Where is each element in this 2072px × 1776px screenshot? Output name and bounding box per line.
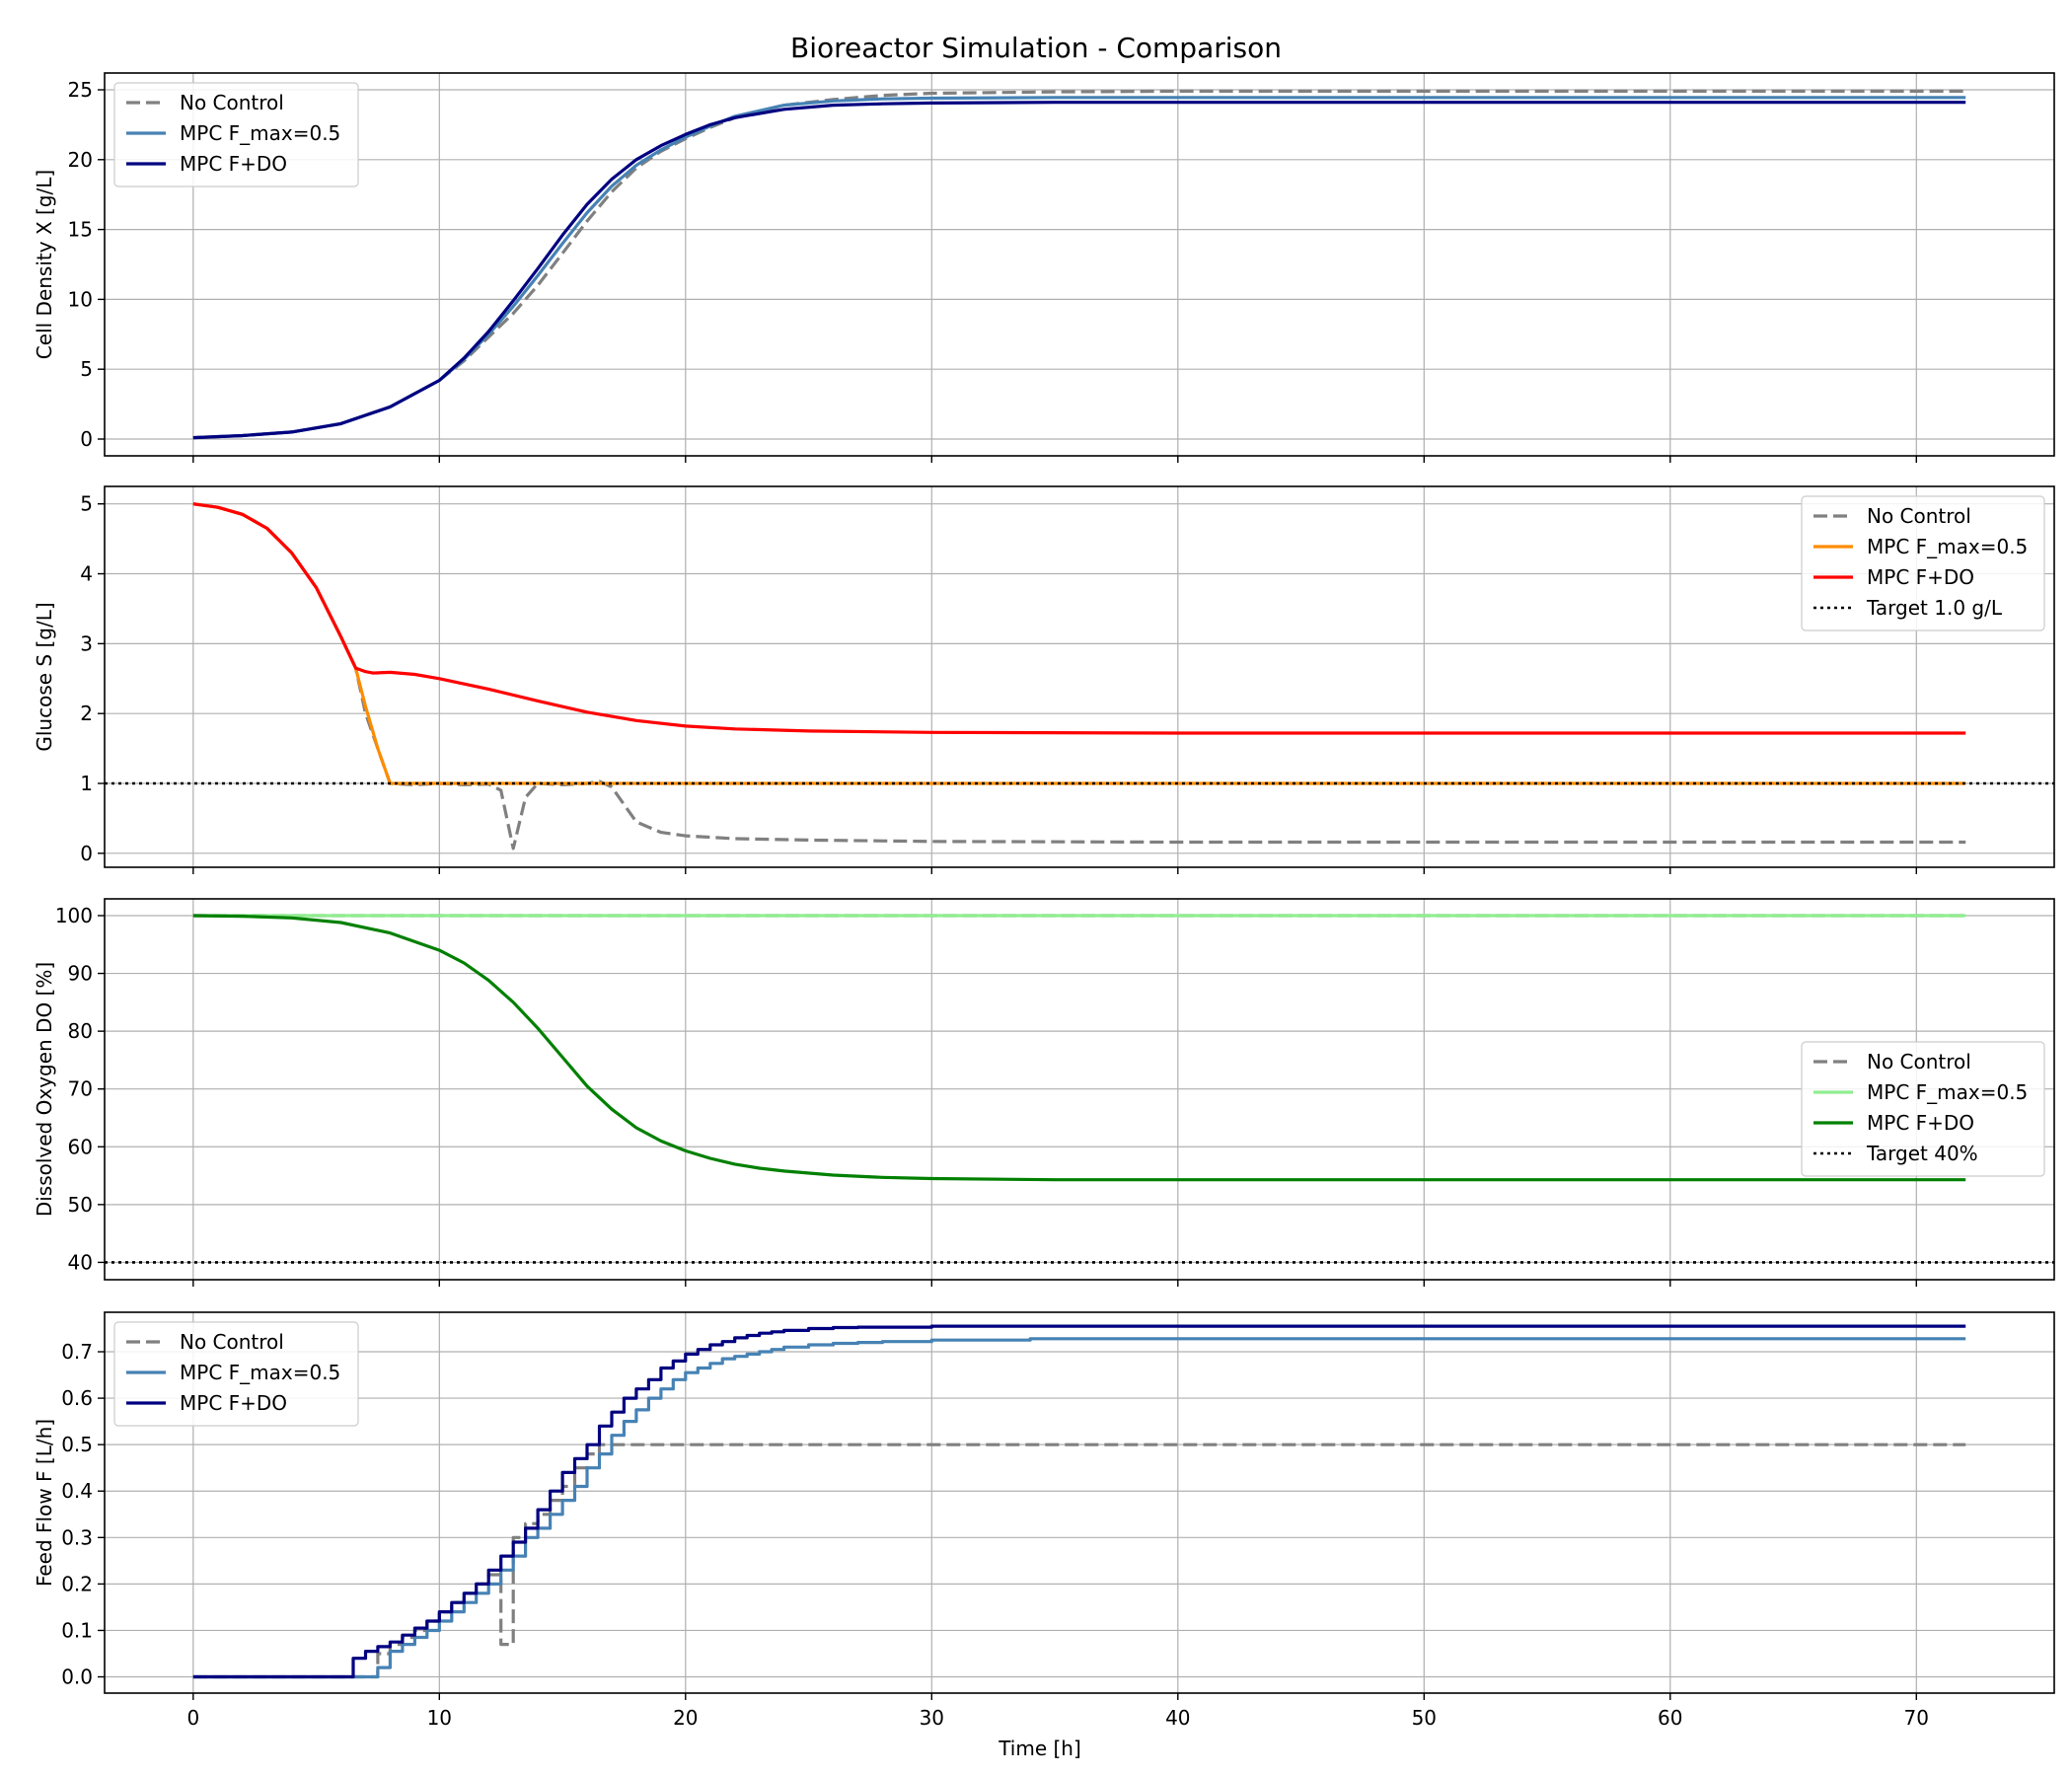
y-tick-label: 10	[68, 287, 93, 311]
y-tick-label: 0.3	[61, 1525, 93, 1549]
x-tick-label: 70	[1904, 1706, 1929, 1730]
legend-label-target-40: Target 40%	[1866, 1142, 1978, 1165]
legend-label-mpc-f-do: MPC F+DO	[1867, 1111, 1974, 1135]
y-tick-label: 0.6	[61, 1386, 93, 1410]
y-tick-label: 0.2	[61, 1572, 93, 1595]
y-tick-label: 70	[68, 1077, 93, 1101]
panel-frame	[104, 485, 2055, 868]
y-tick-label: 60	[68, 1135, 93, 1158]
legend-label-mpc-f-do: MPC F+DO	[180, 1391, 287, 1415]
legend-label-no-control: No Control	[180, 91, 284, 114]
y-tick-label: 80	[68, 1019, 93, 1043]
legend: No Control MPC F_max=0.5 MPC F+DO Target 1.…	[1801, 495, 2045, 631]
panel-3: 40 50 60 70 80 90 100 Dissolved Oxygen DO [%] No…	[33, 898, 2055, 1287]
y-tick-label: 3	[80, 631, 93, 655]
y-tick-label: 40	[68, 1250, 93, 1274]
y-tick-label: 100	[55, 904, 93, 927]
series-line-mpc-f-max-0-5	[192, 1337, 1966, 1679]
legend-label-target-1-0-g-l: Target 1.0 g/L	[1866, 596, 2003, 620]
series-group	[192, 89, 1966, 440]
x-tick-label: 20	[673, 1706, 698, 1730]
legend-label-no-control: No Control	[180, 1330, 284, 1354]
panel-frame	[104, 1311, 2055, 1694]
y-tick-label: 0.0	[61, 1665, 93, 1689]
x-tick-label: 0	[186, 1706, 199, 1730]
x-tick-label: 30	[920, 1706, 944, 1730]
y-tick-label: 20	[68, 148, 93, 172]
x-tick-label: 40	[1165, 1706, 1190, 1730]
y-tick-label: 1	[80, 772, 93, 795]
series-line-no-control	[192, 502, 1966, 851]
y-tick-label: 15	[68, 218, 93, 242]
legend-label-mpc-f-max-0-5: MPC F_max=0.5	[180, 1361, 340, 1384]
y-axis-label: Feed Flow F [L/h]	[33, 1419, 56, 1587]
series-line-mpc-f-do	[192, 1324, 1966, 1679]
legend: No Control MPC F_max=0.5 MPC F+DO Target 40…	[1801, 1041, 2045, 1177]
legend: No Control MPC F_max=0.5 MPC F+DO	[113, 82, 359, 187]
legend-label-mpc-f-max-0-5: MPC F_max=0.5	[1867, 1080, 2028, 1104]
y-tick-label: 0	[80, 842, 93, 865]
legend-label-mpc-f-do: MPC F+DO	[1867, 565, 1974, 589]
x-tick-label: 10	[427, 1706, 452, 1730]
series-line-no-control	[192, 89, 1966, 440]
legend-label-no-control: No Control	[1867, 1050, 1971, 1073]
y-tick-label: 90	[68, 962, 93, 986]
y-tick-label: 4	[80, 562, 93, 586]
panel-4: 0.0 0.1 0.2 0.3 0.4 0.5 0.6 0.7 0 10 20 30 40 50 60 70 F…	[33, 1311, 2055, 1730]
x-axis-label: Time [h]	[998, 1737, 1081, 1760]
y-tick-label: 0.1	[61, 1618, 93, 1642]
legend-label-mpc-f-max-0-5: MPC F_max=0.5	[180, 121, 340, 145]
legend-label-mpc-f-max-0-5: MPC F_max=0.5	[1867, 535, 2028, 558]
figure-title: Bioreactor Simulation - Comparison	[790, 32, 1282, 64]
y-tick-label: 50	[68, 1193, 93, 1217]
panel-2: 0 1 2 3 4 5 Glucose S [g/L] No Control MPC F_max…	[33, 485, 2055, 874]
y-axis-label: Dissolved Oxygen DO [%]	[33, 962, 56, 1217]
series-group	[105, 502, 2054, 851]
x-tick-label: 50	[1412, 1706, 1437, 1730]
series-line-mpc-f-do	[192, 914, 1966, 1182]
panel-frame	[104, 72, 2055, 457]
panel-1: 0 5 10 15 20 25 Cell Density X [g/L] No Control…	[33, 72, 2055, 463]
y-tick-label: 25	[68, 78, 93, 102]
series-line-mpc-f-do	[192, 101, 1966, 440]
y-tick-label: 0	[80, 427, 93, 451]
bioreactor-figure: Bioreactor Simulation - Comparison 05101…	[33, 32, 2055, 1760]
y-axis-label: Glucose S [g/L]	[33, 602, 56, 751]
x-tick-label: 60	[1658, 1706, 1682, 1730]
legend-label-no-control: No Control	[1867, 504, 1971, 528]
y-axis-label: Cell Density X [g/L]	[33, 170, 56, 359]
series-line-mpc-f-do	[192, 502, 1966, 735]
legend-label-mpc-f-do: MPC F+DO	[180, 152, 287, 176]
y-tick-label: 0.7	[61, 1340, 93, 1364]
series-line-no-control	[192, 1443, 1966, 1679]
y-tick-label: 0.5	[61, 1433, 93, 1456]
y-tick-label: 2	[80, 702, 93, 725]
y-tick-label: 0.4	[61, 1479, 93, 1503]
legend: No Control MPC F_max=0.5 MPC F+DO	[113, 1321, 359, 1427]
series-group	[192, 1324, 1966, 1679]
series-line-mpc-f-max-0-5	[192, 96, 1966, 440]
y-tick-label: 5	[80, 492, 93, 516]
y-tick-label: 5	[80, 357, 93, 381]
